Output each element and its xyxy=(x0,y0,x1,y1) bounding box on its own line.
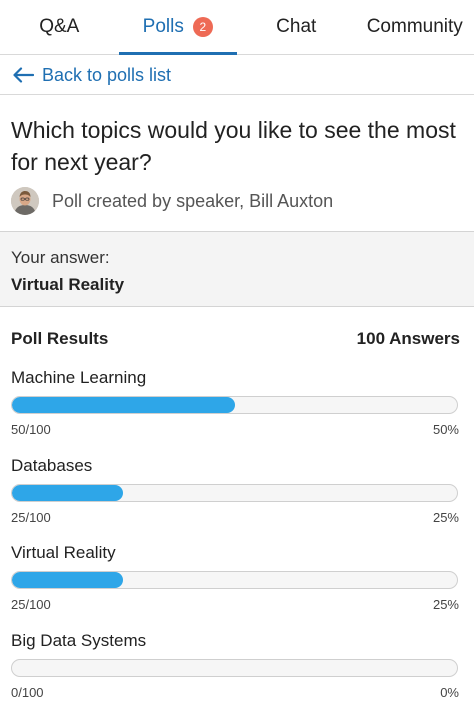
poll-option: Big Data Systems 0/100 0% xyxy=(11,631,459,700)
option-count: 25/100 xyxy=(11,510,51,525)
tab-qa[interactable]: Q&A xyxy=(0,0,119,54)
poll-question: Which topics would you like to see the m… xyxy=(11,117,456,175)
creator-text: Poll created by speaker, Bill Auxton xyxy=(52,190,334,211)
tab-label: Q&A xyxy=(39,16,80,37)
result-bar xyxy=(11,659,458,677)
option-label: Virtual Reality xyxy=(11,543,116,562)
results-title: Poll Results xyxy=(11,329,109,348)
option-percent: 25% xyxy=(432,597,459,612)
tab-label: Chat xyxy=(276,16,317,37)
result-bar xyxy=(11,396,458,414)
results-count: 100 Answers xyxy=(356,329,460,348)
results-header: Poll Results 100 Answers xyxy=(11,329,460,349)
tab-label: Polls xyxy=(142,16,184,37)
option-count: 0/100 xyxy=(11,685,44,700)
option-label: Databases xyxy=(11,456,93,475)
result-bar-fill xyxy=(12,485,124,501)
tab-bar: Q&A Polls 2 Chat Community xyxy=(0,0,474,55)
result-bar xyxy=(11,484,458,502)
back-to-polls-link[interactable]: Back to polls list xyxy=(0,56,474,95)
avatar xyxy=(11,187,39,215)
option-percent: 0% xyxy=(440,685,459,700)
result-bar xyxy=(11,571,458,589)
poll-option: Virtual Reality 25/100 25% xyxy=(11,543,459,612)
option-percent: 25% xyxy=(432,510,459,525)
tab-polls[interactable]: Polls 2 xyxy=(118,0,238,55)
tab-chat[interactable]: Chat xyxy=(237,0,356,54)
option-percent: 50% xyxy=(432,422,459,437)
your-answer-box: Your answer: Virtual Reality xyxy=(0,231,474,307)
option-count: 50/100 xyxy=(11,422,51,437)
option-label: Machine Learning xyxy=(11,368,147,387)
answer-value: Virtual Reality xyxy=(11,275,125,294)
tab-label: Community xyxy=(366,16,463,37)
option-label: Big Data Systems xyxy=(11,631,147,650)
tab-community[interactable]: Community xyxy=(356,0,474,54)
poll-creator: Poll created by speaker, Bill Auxton xyxy=(11,187,333,215)
option-count: 25/100 xyxy=(11,597,51,612)
result-bar-fill xyxy=(12,572,124,588)
polls-count-badge: 2 xyxy=(192,17,213,37)
poll-option: Machine Learning 50/100 50% xyxy=(11,368,459,437)
poll-option: Databases 25/100 25% xyxy=(11,456,459,525)
answer-label: Your answer: xyxy=(11,248,110,267)
back-label: Back to polls list xyxy=(42,64,172,85)
arrow-left-icon xyxy=(13,67,34,83)
result-bar-fill xyxy=(12,397,235,413)
